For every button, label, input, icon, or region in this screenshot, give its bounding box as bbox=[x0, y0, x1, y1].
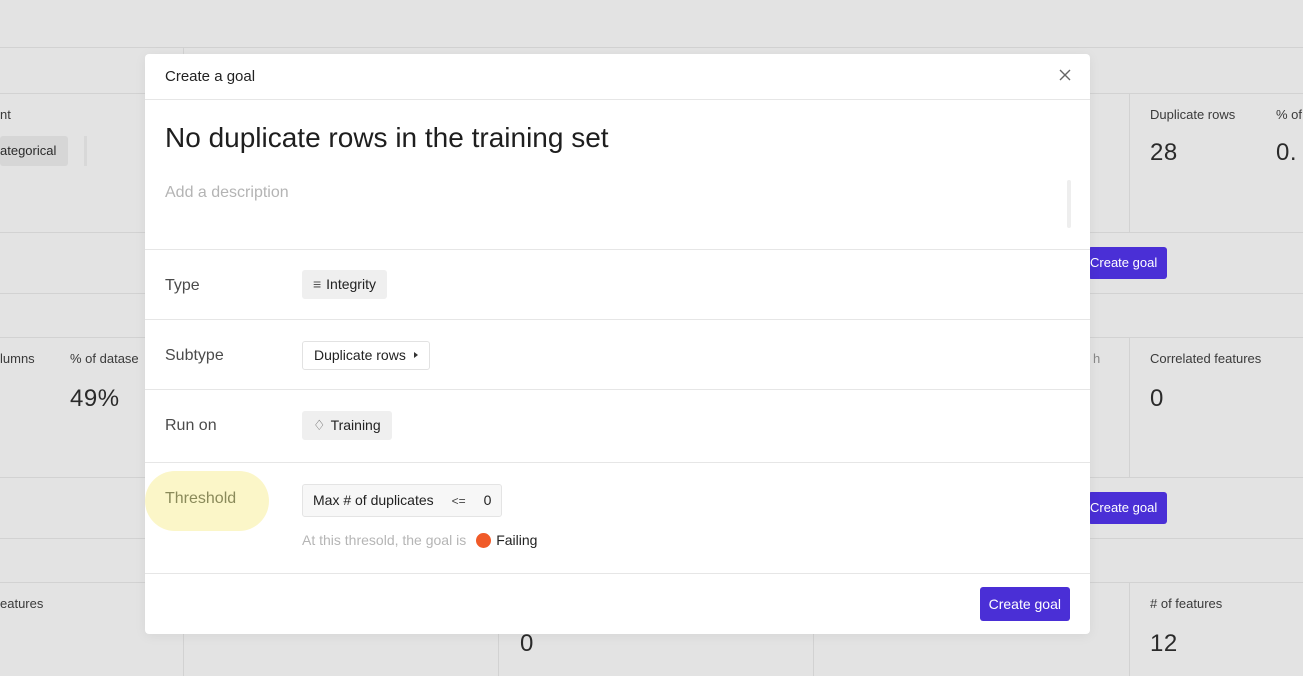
threshold-operator[interactable]: <= bbox=[452, 494, 466, 508]
modal-title: Create a goal bbox=[165, 68, 256, 85]
run-on-label: Run on bbox=[165, 417, 217, 434]
create-goal-button[interactable]: Create goal bbox=[979, 587, 1070, 621]
type-select[interactable]: ≡ Integrity bbox=[302, 270, 387, 299]
type-value: Integrity bbox=[326, 276, 376, 292]
modal-footer: Create goal bbox=[145, 573, 1090, 635]
bg-metric-value: 0 bbox=[1150, 385, 1164, 412]
threshold-value[interactable]: 0 bbox=[484, 492, 492, 508]
bg-column-label: % of datase bbox=[70, 351, 139, 366]
divider bbox=[1129, 582, 1130, 676]
run-on-select[interactable]: ♢ Training bbox=[302, 411, 392, 440]
bg-metric-value: 12 bbox=[1150, 630, 1178, 657]
subtype-label: Subtype bbox=[165, 347, 224, 364]
caret-right-icon bbox=[413, 352, 418, 359]
run-on-value: Training bbox=[330, 417, 381, 433]
list-icon: ≡ bbox=[313, 276, 322, 292]
layers-icon: ♢ bbox=[313, 417, 326, 433]
threshold-status: At this thresold, the goal is Failing bbox=[302, 532, 537, 549]
close-icon[interactable] bbox=[1056, 66, 1074, 84]
failing-dot-icon bbox=[476, 532, 492, 548]
threshold-label: Threshold bbox=[165, 490, 237, 507]
bg-column-label: nt bbox=[0, 107, 11, 122]
bg-column-label: h bbox=[1093, 351, 1101, 366]
description-scrollbar[interactable] bbox=[1067, 180, 1071, 228]
bg-metric-value: 0. bbox=[1276, 139, 1298, 166]
status-failing: Failing bbox=[496, 532, 538, 548]
subtype-value: Duplicate rows bbox=[314, 347, 406, 363]
bg-column-label: Correlated features bbox=[1150, 351, 1262, 366]
bg-column-label: lumns bbox=[0, 351, 35, 366]
bg-column-label: % of bbox=[1276, 107, 1303, 122]
run-on-row: Run on ♢ Training bbox=[145, 389, 1090, 462]
divider bbox=[84, 136, 87, 166]
bg-column-label: Duplicate rows bbox=[1150, 107, 1236, 122]
bg-column-label: # of features bbox=[1150, 596, 1223, 611]
bg-metric-value: 28 bbox=[1150, 139, 1178, 166]
threshold-input[interactable]: Max # of duplicates <= 0 bbox=[302, 484, 503, 517]
bg-create-goal-button[interactable]: Create goal bbox=[1088, 492, 1168, 524]
goal-title[interactable]: No duplicate rows in the training set bbox=[165, 122, 609, 154]
threshold-metric: Max # of duplicates bbox=[313, 492, 434, 508]
modal-header: Create a goal bbox=[145, 54, 1090, 100]
bg-categorical-chip: ategorical bbox=[0, 136, 69, 166]
divider bbox=[1129, 93, 1130, 232]
create-goal-modal: Create a goal No duplicate rows in the t… bbox=[145, 54, 1090, 634]
divider bbox=[0, 47, 1303, 48]
status-prefix: At this thresold, the goal is bbox=[302, 532, 467, 548]
description-input[interactable]: Add a description bbox=[165, 184, 289, 202]
subtype-row: Subtype Duplicate rows bbox=[145, 319, 1090, 390]
threshold-row: Threshold Max # of duplicates <= 0 At this… bbox=[145, 462, 1090, 574]
subtype-select[interactable]: Duplicate rows bbox=[302, 341, 430, 370]
type-label: Type bbox=[165, 277, 200, 294]
bg-metric-value: 49% bbox=[70, 385, 120, 412]
type-row: Type ≡ Integrity bbox=[145, 249, 1090, 320]
bg-column-label: eatures bbox=[0, 596, 44, 611]
bg-create-goal-button[interactable]: Create goal bbox=[1088, 247, 1168, 279]
divider bbox=[1129, 337, 1130, 477]
